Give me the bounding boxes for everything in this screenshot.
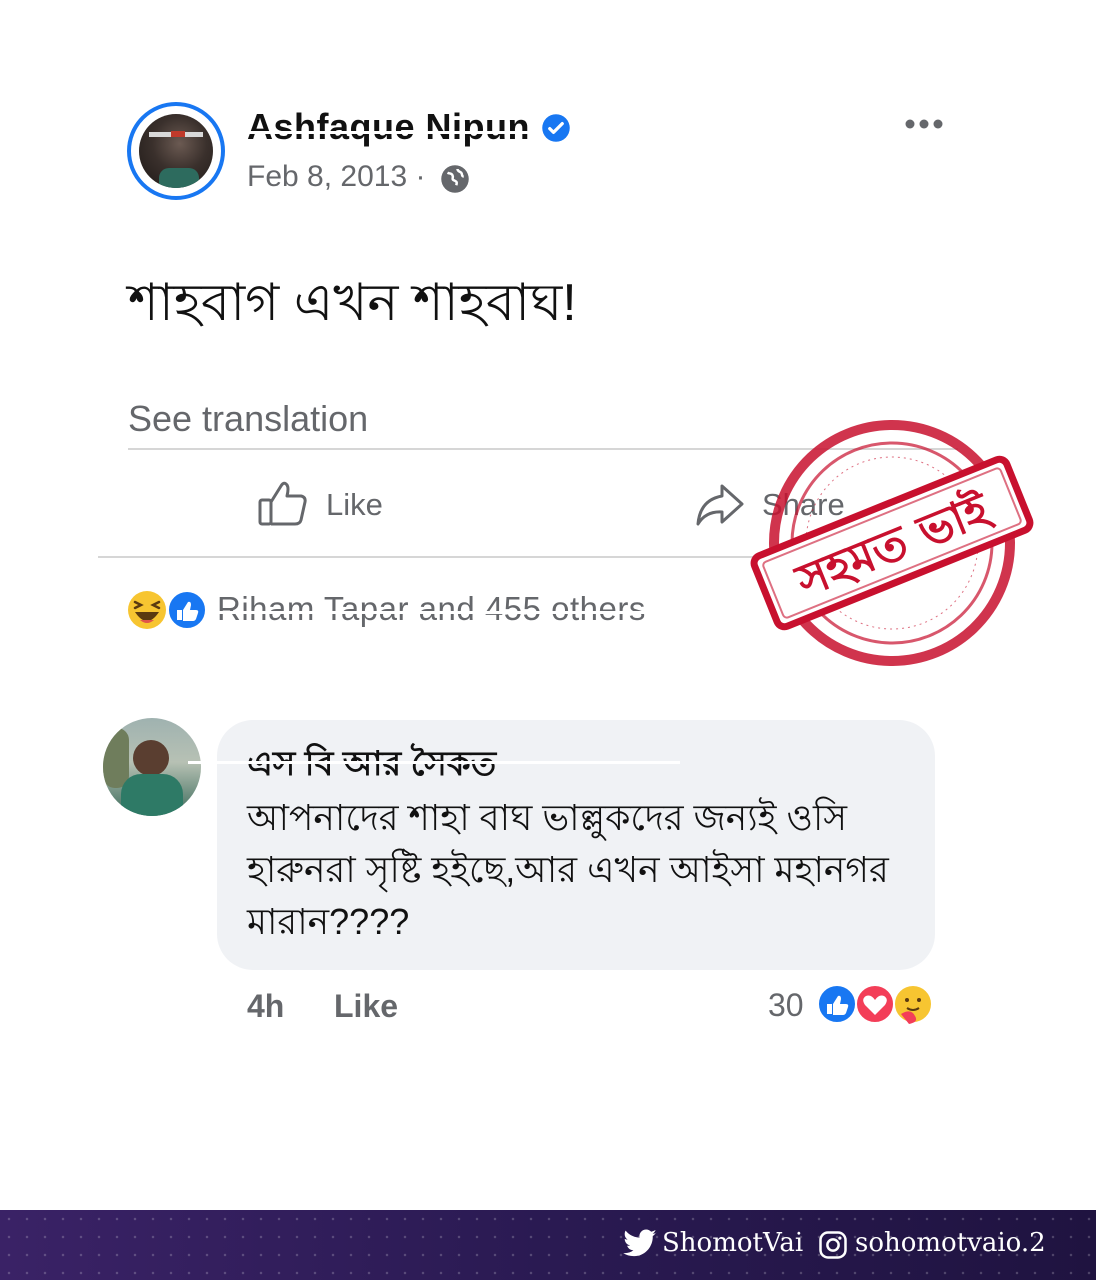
- comment-time[interactable]: 4h: [247, 988, 284, 1025]
- haha-icon: [128, 591, 166, 629]
- verified-icon: [542, 114, 570, 142]
- globe-icon: [441, 165, 469, 193]
- post-text: শাহবাগ এখন শাহবাঘ!: [128, 274, 577, 332]
- comment-like-button[interactable]: Like: [334, 988, 398, 1025]
- more-icon[interactable]: [903, 110, 945, 138]
- comment-text: আপনাদের শাহা বাঘ ভাল্লুকদের জন্যই ওসি হা…: [247, 797, 889, 942]
- post-date[interactable]: Feb 8, 2013 ·: [247, 160, 425, 194]
- author-name[interactable]: Ashfaque Nipun: [247, 106, 530, 148]
- commenter-avatar[interactable]: [103, 718, 201, 816]
- care-icon: [893, 984, 933, 1024]
- reactions-text[interactable]: Riham Tapar and 455 others: [217, 590, 646, 628]
- commenter-name[interactable]: এস বি আর সৈকত: [247, 738, 496, 795]
- instagram-handle[interactable]: sohomotvaio.2: [855, 1228, 1046, 1258]
- thumbs-up-icon: [167, 590, 207, 630]
- reactions-strike-overlay: [217, 611, 650, 614]
- thumbs-up-icon: [817, 984, 857, 1024]
- comment-reaction-count[interactable]: 30: [768, 987, 804, 1024]
- see-translation-link[interactable]: See translation: [128, 398, 368, 440]
- author-avatar-image: [139, 114, 213, 188]
- author-avatar[interactable]: [127, 102, 225, 200]
- commenter-strike-overlay: [188, 761, 680, 764]
- love-icon: [855, 984, 895, 1024]
- twitter-icon[interactable]: [622, 1229, 658, 1259]
- share-icon[interactable]: [694, 480, 746, 528]
- reactions-summary[interactable]: [127, 590, 209, 630]
- comment-reactions[interactable]: [815, 982, 939, 1026]
- twitter-handle[interactable]: ShomotVai: [662, 1228, 803, 1258]
- like-icon[interactable]: [257, 478, 309, 528]
- stamp-watermark: সহমত ভাই: [750, 420, 1034, 666]
- like-button[interactable]: Like: [326, 487, 383, 523]
- instagram-icon[interactable]: [818, 1230, 848, 1260]
- name-strike-overlay: [247, 131, 537, 134]
